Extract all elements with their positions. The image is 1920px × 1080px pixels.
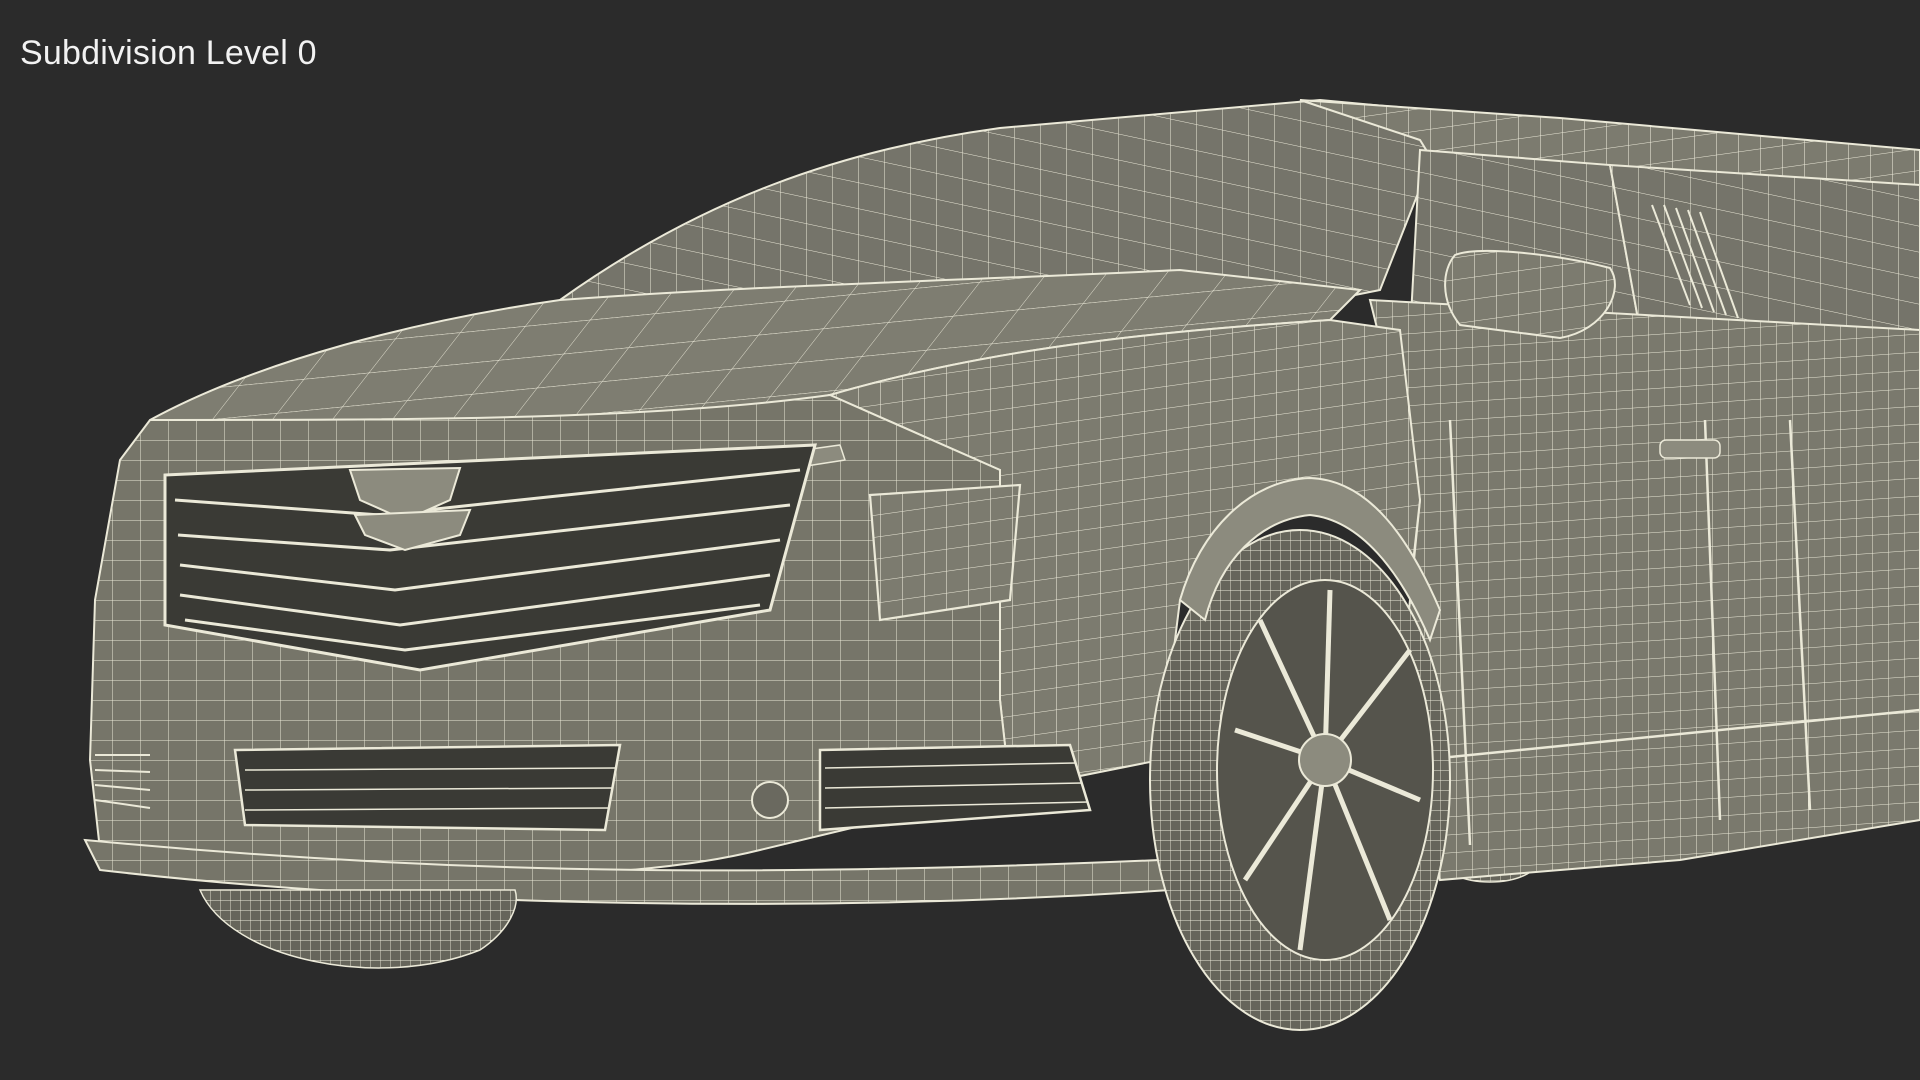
fog-light [751, 781, 789, 819]
3d-viewport[interactable]: Subdivision Level 0 [0, 0, 1920, 1080]
subdivision-level-label: Subdivision Level 0 [20, 34, 317, 72]
limousine-wireframe-render [0, 0, 1920, 1080]
wheel-hub [1298, 733, 1352, 787]
body-side [1368, 298, 1920, 882]
door-handle [1659, 439, 1721, 459]
headlight [868, 483, 1022, 622]
lower-intake-left [233, 743, 622, 832]
side-mirror [1444, 249, 1616, 340]
